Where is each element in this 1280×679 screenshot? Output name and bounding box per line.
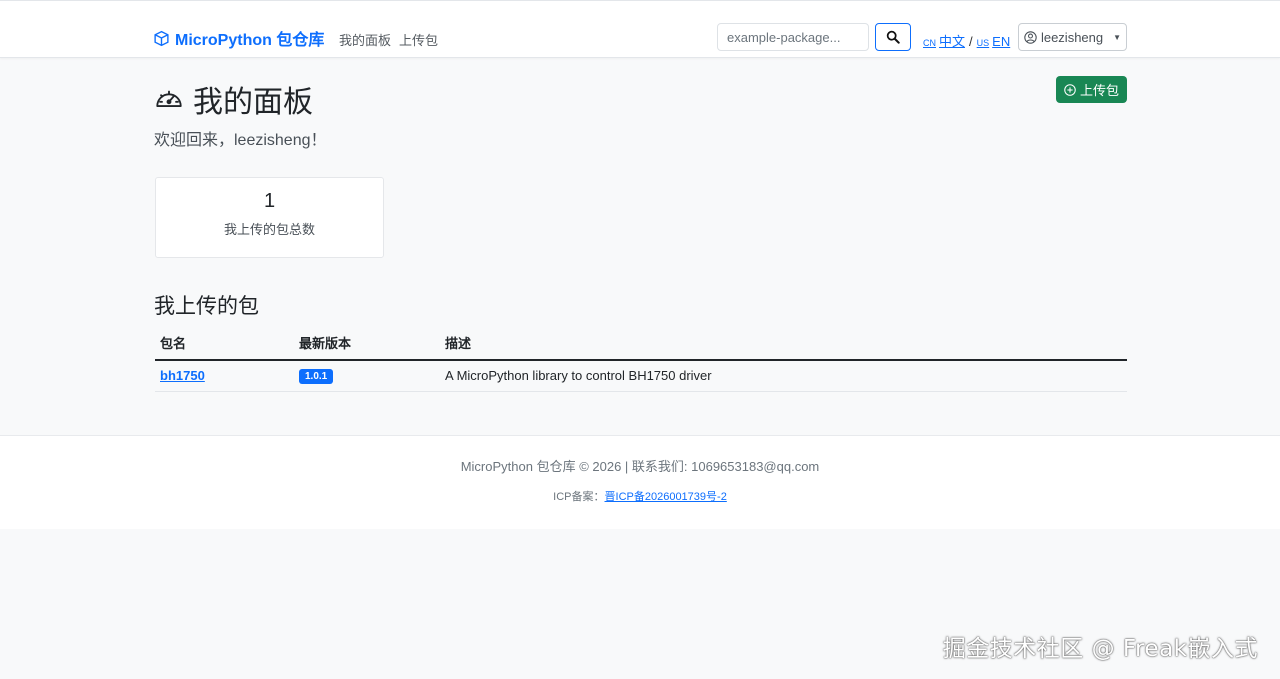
lang-separator: /: [969, 34, 973, 49]
username: leezisheng: [1040, 29, 1104, 45]
package-description: A MicroPython library to control BH1750 …: [440, 360, 1127, 392]
brand-link[interactable]: MicroPython 包仓库: [153, 26, 324, 50]
page-title-label: 我的面板: [193, 86, 313, 119]
packages-table: 包名 最新版本 描述 bh1750 1.0.1 A MicroPython li…: [155, 327, 1127, 392]
lang-cn-label: 中文: [939, 34, 966, 49]
package-link[interactable]: bh1750: [160, 368, 205, 383]
upload-package-button[interactable]: 上传包: [1056, 76, 1127, 103]
lang-en-link[interactable]: US EN: [977, 34, 1011, 49]
box-icon: [154, 30, 169, 46]
column-header-version: 最新版本: [294, 327, 440, 361]
icp-label: ICP备案：: [553, 491, 605, 503]
plus-circle-icon: [1064, 83, 1076, 96]
table-row: bh1750 1.0.1 A MicroPython library to co…: [155, 360, 1127, 392]
search-input[interactable]: [717, 23, 869, 51]
language-switcher: CN 中文 / US EN: [923, 31, 1010, 50]
footer-icp: ICP备案：晋ICP备2026001739号-2: [0, 488, 1280, 504]
caret-down-icon: ▼: [1113, 32, 1122, 42]
stat-label: 我上传的包总数: [223, 222, 315, 237]
stat-card-package-count: 1 我上传的包总数: [155, 177, 384, 258]
nav-upload[interactable]: 上传包: [399, 30, 438, 49]
user-menu-button[interactable]: leezisheng ▼: [1018, 23, 1127, 51]
search-icon: [886, 30, 900, 44]
lang-cn-link[interactable]: CN 中文: [923, 31, 965, 50]
brand-label: MicroPython 包仓库: [175, 32, 325, 49]
my-packages-title: 我上传的包: [154, 295, 259, 318]
footer: MicroPython 包仓库 © 2026 | 联系我们: 106965318…: [0, 435, 1280, 529]
stat-value: 1: [263, 190, 276, 212]
navbar: MicroPython 包仓库 我的面板 上传包 CN中文 / USEN lee…: [0, 0, 1280, 58]
cn-flag-icon: CN: [923, 38, 936, 48]
us-flag-icon: US: [976, 38, 990, 48]
version-badge: 1.0.1: [299, 369, 334, 385]
upload-button-label: 上传包: [1079, 83, 1119, 98]
watermark: 掘金技术社区 @ Freak嵌入式: [942, 636, 1258, 662]
nav-dashboard[interactable]: 我的面板: [339, 30, 391, 49]
page-title: 我的面板: [154, 77, 313, 121]
user-circle-icon: [1024, 30, 1037, 44]
column-header-description: 描述: [440, 327, 1127, 361]
icp-link[interactable]: 晋ICP备2026001739号-2: [605, 491, 727, 503]
speedometer-icon: [156, 90, 182, 107]
welcome-message: 欢迎回来，leezisheng！: [154, 132, 327, 149]
column-header-name: 包名: [155, 327, 294, 361]
footer-copyright: MicroPython 包仓库 © 2026 | 联系我们: 106965318…: [460, 459, 820, 474]
search-button[interactable]: [875, 23, 911, 51]
lang-en-label: EN: [992, 34, 1011, 49]
table-header-row: 包名 最新版本 描述: [155, 327, 1127, 361]
